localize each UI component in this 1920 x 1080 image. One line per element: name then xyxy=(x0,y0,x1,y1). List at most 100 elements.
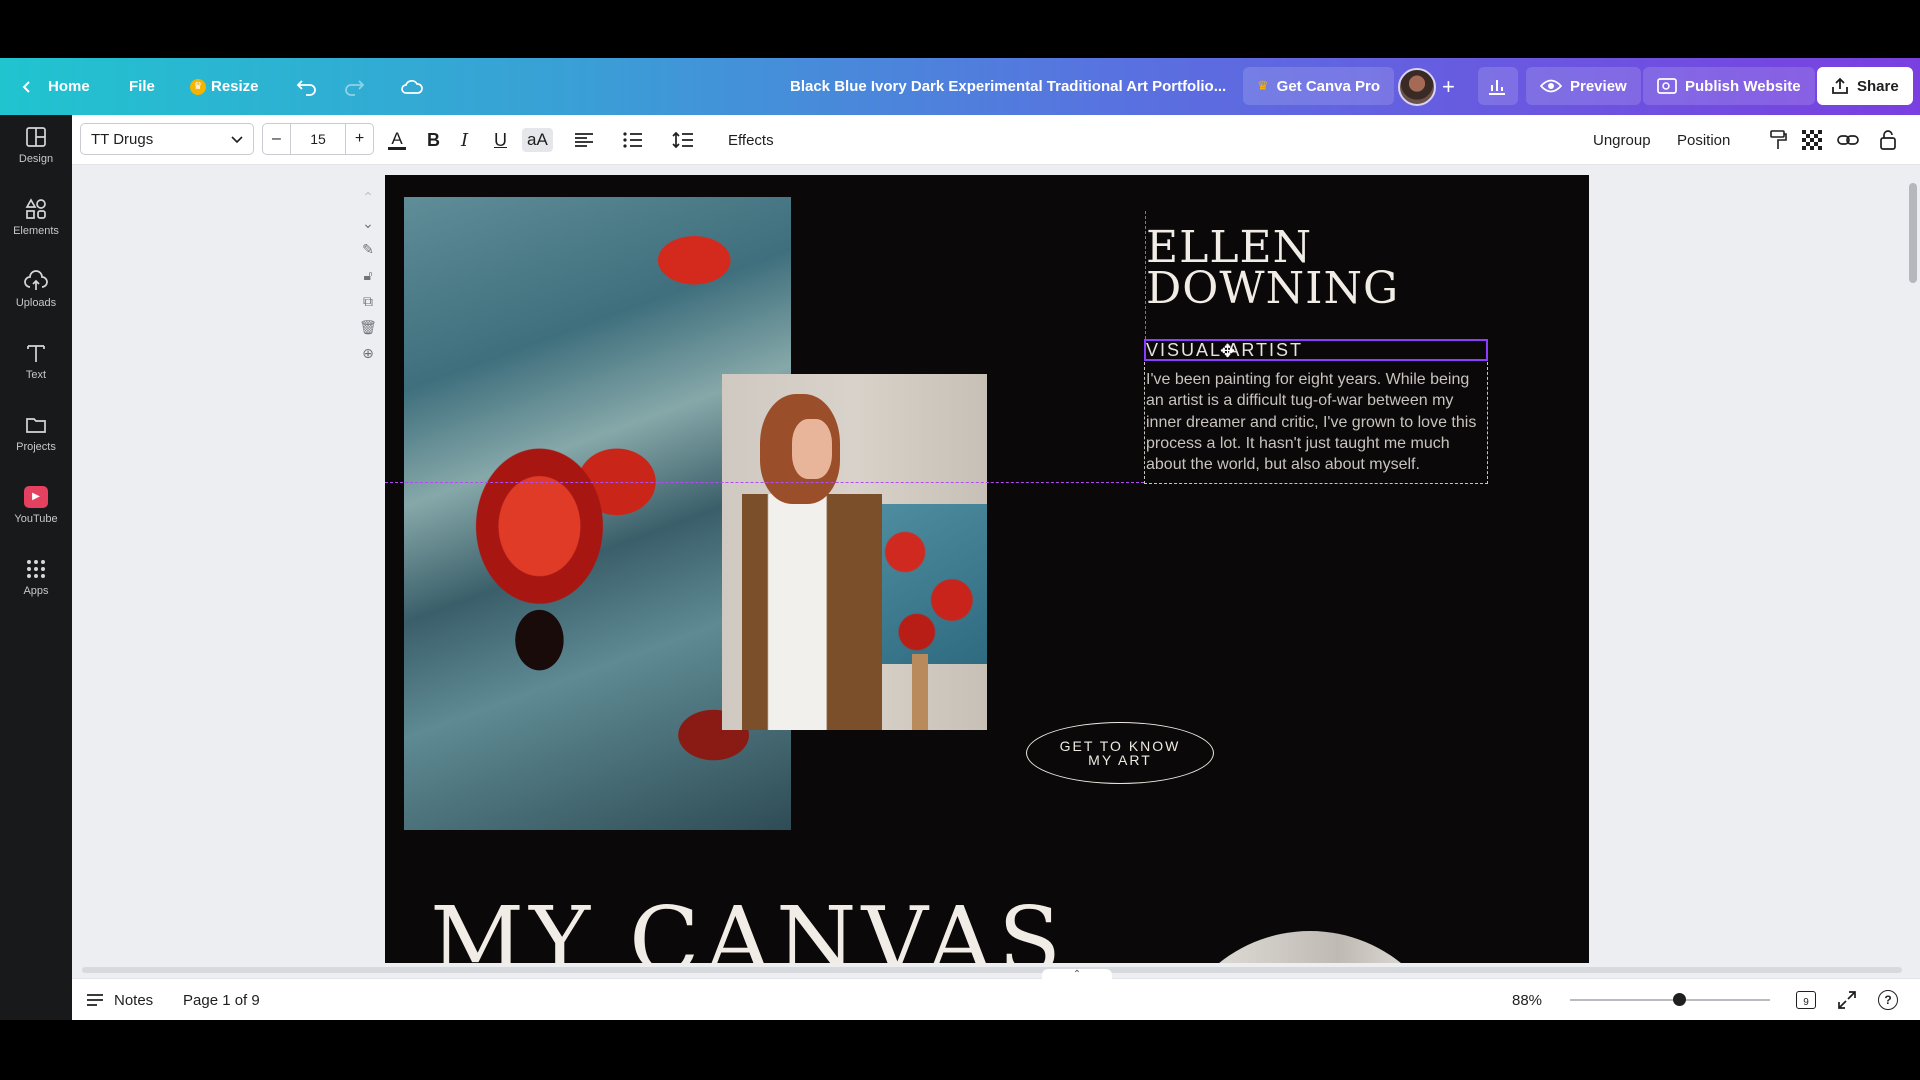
italic-button[interactable]: I xyxy=(461,115,468,165)
canvas-area: ⌃ ⌄ ✎ 🔓︎ ⧉ 🗑︎ ⊕ ELLEN DOWNING VISUAL ART… xyxy=(72,165,1902,965)
fullscreen-button[interactable] xyxy=(1838,979,1856,1020)
home-button[interactable]: Home xyxy=(20,58,90,115)
design-page[interactable]: ELLEN DOWNING VISUAL ARTIST ✥ I've been … xyxy=(385,175,1589,965)
chevron-down-icon[interactable]: ⌄ xyxy=(362,215,374,232)
letter-case-button[interactable]: aA xyxy=(522,115,553,165)
get-to-know-button[interactable]: GET TO KNOW MY ART xyxy=(1026,722,1214,784)
font-size-input[interactable]: 15 xyxy=(291,124,345,154)
lock-page-icon[interactable]: 🔓︎ xyxy=(363,267,372,284)
add-collaborator-button[interactable]: + xyxy=(1442,58,1455,115)
publish-website-button[interactable]: Publish Website xyxy=(1643,67,1815,105)
decrease-size-button[interactable]: – xyxy=(263,124,291,154)
chevron-up-icon[interactable]: ⌃ xyxy=(362,189,374,206)
text-color-button[interactable]: A xyxy=(388,115,406,165)
italic-icon: I xyxy=(461,129,469,151)
align-button[interactable] xyxy=(574,115,594,165)
scroll-thumb[interactable] xyxy=(1909,183,1917,283)
share-label: Share xyxy=(1857,77,1899,95)
list-button[interactable] xyxy=(623,115,643,165)
avatar[interactable] xyxy=(1398,68,1436,106)
font-name: TT Drugs xyxy=(91,130,154,148)
help-icon: ? xyxy=(1878,990,1898,1010)
font-family-select[interactable]: TT Drugs xyxy=(80,123,254,155)
sidebar-item-youtube[interactable]: ▶ YouTube xyxy=(0,475,72,535)
crown-icon: ♛ xyxy=(190,78,206,95)
checkerboard-icon xyxy=(1802,130,1822,150)
zoom-level[interactable]: 88% xyxy=(1512,979,1542,1020)
arch-image[interactable] xyxy=(1165,931,1455,965)
increase-size-button[interactable]: + xyxy=(345,124,373,154)
folder-icon xyxy=(26,417,46,433)
effects-button[interactable]: Effects xyxy=(728,115,774,165)
notes-button[interactable]: Notes xyxy=(86,979,153,1020)
easel-painting xyxy=(870,504,987,664)
zoom-slider-knob[interactable] xyxy=(1673,993,1686,1006)
cta-label: GET TO KNOW MY ART xyxy=(1059,738,1181,768)
get-canva-pro-button[interactable]: ♛ Get Canva Pro xyxy=(1243,67,1395,105)
sidebar-item-uploads[interactable]: Uploads xyxy=(0,259,72,319)
transparency-button[interactable] xyxy=(1802,115,1822,165)
apps-grid-icon xyxy=(27,559,45,578)
move-cursor-icon: ✥ xyxy=(1220,341,1236,361)
spacing-button[interactable] xyxy=(672,115,694,165)
align-left-icon xyxy=(575,133,593,147)
page-indicator[interactable]: Page 1 of 9 xyxy=(183,979,260,1020)
add-page-icon[interactable]: ⊕ xyxy=(362,345,374,362)
resize-button[interactable]: ♛ Resize xyxy=(190,58,259,115)
sidebar-item-text[interactable]: Text xyxy=(0,331,72,391)
underline-button[interactable]: U xyxy=(494,115,507,165)
trash-icon[interactable]: 🗑︎ xyxy=(359,319,377,336)
get-pro-label: Get Canva Pro xyxy=(1276,77,1381,95)
link-button[interactable] xyxy=(1837,115,1859,165)
sidebar-item-label: Uploads xyxy=(15,296,57,309)
zoom-slider[interactable] xyxy=(1570,999,1770,1001)
text-toolbar: TT Drugs – 15 + A B I U aA Effects Ungro… xyxy=(72,115,1920,165)
link-icon xyxy=(1837,135,1859,145)
section-heading[interactable]: MY CANVAS xyxy=(430,887,1066,965)
sidebar-item-projects[interactable]: Projects xyxy=(0,403,72,463)
vertical-scrollbar[interactable] xyxy=(1906,165,1920,965)
show-pages-toggle[interactable]: ⌃ xyxy=(1042,969,1112,981)
duplicate-page-icon[interactable]: ⧉ xyxy=(363,293,373,310)
document-title[interactable]: Black Blue Ivory Dark Experimental Tradi… xyxy=(790,58,1226,115)
share-upload-icon xyxy=(1831,77,1849,95)
lock-button[interactable] xyxy=(1880,115,1896,165)
sidebar-item-label: YouTube xyxy=(14,512,58,525)
sidebar-item-label: Projects xyxy=(16,440,56,453)
undo-icon xyxy=(296,78,318,96)
sidebar-item-elements[interactable]: Elements xyxy=(0,187,72,247)
resize-label: Resize xyxy=(211,78,259,95)
notes-icon xyxy=(87,994,103,1006)
copy-style-button[interactable] xyxy=(1769,115,1787,165)
letterbox-bottom xyxy=(0,1020,1920,1080)
font-size-stepper: – 15 + xyxy=(262,123,374,155)
ungroup-button[interactable]: Ungroup xyxy=(1593,115,1651,165)
preview-button[interactable]: Preview xyxy=(1526,67,1641,105)
sidebar-item-apps[interactable]: Apps xyxy=(0,547,72,607)
scroll-thumb[interactable] xyxy=(82,967,1902,973)
page-notes-icon[interactable]: ✎ xyxy=(362,241,374,258)
text-icon xyxy=(27,344,45,362)
position-button[interactable]: Position xyxy=(1677,115,1730,165)
insights-button[interactable] xyxy=(1478,67,1518,105)
bold-button[interactable]: B xyxy=(427,115,440,165)
bold-icon: B xyxy=(427,129,440,150)
grid-view-button[interactable]: 9 xyxy=(1796,979,1816,1020)
file-menu[interactable]: File xyxy=(129,58,155,115)
artist-photo[interactable] xyxy=(722,374,987,730)
redo-button[interactable] xyxy=(343,58,365,115)
publish-label: Publish Website xyxy=(1685,77,1801,95)
horizontal-scrollbar[interactable] xyxy=(72,963,1902,977)
undo-button[interactable] xyxy=(296,58,318,115)
left-sidebar: Design Elements Uploads Text Projects ▶ … xyxy=(0,115,72,1020)
help-button[interactable]: ? xyxy=(1878,979,1898,1020)
share-button[interactable]: Share xyxy=(1817,67,1913,105)
plus-icon: + xyxy=(1442,73,1455,99)
artist-apron xyxy=(742,494,882,730)
sidebar-item-label: Elements xyxy=(13,224,59,237)
artist-bio[interactable]: I've been painting for eight years. Whil… xyxy=(1146,369,1488,475)
cloud-save-button[interactable] xyxy=(400,58,424,115)
sidebar-item-design[interactable]: Design xyxy=(0,115,72,175)
artist-name[interactable]: ELLEN DOWNING xyxy=(1146,226,1399,311)
page-tools: ⌃ ⌄ ✎ 🔓︎ ⧉ 🗑︎ ⊕ xyxy=(358,189,378,362)
